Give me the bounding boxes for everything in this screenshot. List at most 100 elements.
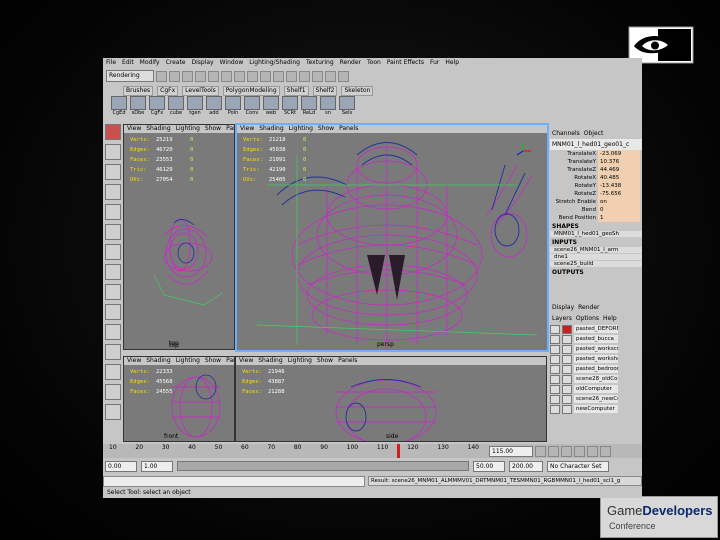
layer-color-swatch[interactable] bbox=[562, 374, 572, 384]
shelf-button-web[interactable]: web bbox=[263, 96, 279, 116]
layer-row[interactable]: pasted_DEFORM bbox=[550, 324, 642, 334]
four-view-icon[interactable] bbox=[105, 304, 121, 320]
go-start-icon[interactable] bbox=[535, 446, 546, 457]
layer-color-swatch[interactable] bbox=[562, 324, 572, 334]
visibility-toggle[interactable] bbox=[550, 354, 560, 364]
attr-row[interactable]: TranslateZ 44.469 bbox=[550, 166, 642, 174]
outliner-layout-icon[interactable] bbox=[105, 324, 121, 340]
shape-node[interactable]: MNM01_l_hed01_geoSh bbox=[550, 231, 642, 237]
attr-row[interactable]: TranslateY 10.376 bbox=[550, 158, 642, 166]
last-tool-icon[interactable] bbox=[105, 264, 121, 280]
save-scene-icon[interactable] bbox=[182, 70, 193, 82]
playback-start-field[interactable]: 1.00 bbox=[141, 460, 173, 472]
playback-end-field[interactable]: 50.00 bbox=[473, 460, 505, 472]
attr-row[interactable]: Bend Position 1 bbox=[550, 214, 642, 222]
shelf-button-cgfx[interactable]: CgFx bbox=[149, 96, 165, 116]
mode-selector[interactable]: Rendering bbox=[106, 70, 154, 82]
layers-menu[interactable]: Layers bbox=[552, 315, 572, 322]
menu-fur[interactable]: Fur bbox=[430, 59, 439, 66]
end-time-field[interactable]: 200.00 bbox=[509, 460, 543, 472]
render-globals-icon[interactable] bbox=[338, 70, 349, 82]
layer-row[interactable]: pasted_bedroom bbox=[550, 364, 642, 374]
shelf-button-sdbe[interactable]: sDbe bbox=[130, 96, 146, 116]
single-view-icon[interactable] bbox=[105, 284, 121, 300]
custom-layout-icon[interactable] bbox=[105, 404, 121, 420]
attr-row[interactable]: Bend 0 bbox=[550, 206, 642, 214]
new-scene-icon[interactable] bbox=[156, 70, 167, 82]
snap-point-icon[interactable] bbox=[273, 70, 284, 82]
start-time-field[interactable]: 0.00 bbox=[105, 460, 137, 472]
shelf-button-sn[interactable]: sn bbox=[320, 96, 336, 116]
select-hierarchy-icon[interactable] bbox=[195, 70, 206, 82]
visibility-toggle[interactable] bbox=[550, 344, 560, 354]
paint-select-icon[interactable] bbox=[105, 164, 121, 180]
open-scene-icon[interactable] bbox=[169, 70, 180, 82]
attr-row[interactable]: TranslateX -23.069 bbox=[550, 150, 642, 158]
layer-color-swatch[interactable] bbox=[562, 354, 572, 364]
layer-color-swatch[interactable] bbox=[562, 404, 572, 414]
visibility-toggle[interactable] bbox=[550, 324, 560, 334]
layer-row[interactable]: oldComputer bbox=[550, 384, 642, 394]
ipr-render-icon[interactable] bbox=[325, 70, 336, 82]
select-object-icon[interactable] bbox=[208, 70, 219, 82]
menu-create[interactable]: Create bbox=[166, 59, 186, 66]
attr-row[interactable]: RotateZ -75.656 bbox=[550, 190, 642, 198]
shelf-button-sels[interactable]: Sels bbox=[339, 96, 355, 116]
layer-row[interactable]: scene28_oldComp bbox=[550, 374, 642, 384]
step-forward-icon[interactable] bbox=[587, 446, 598, 457]
current-frame-field[interactable]: 115.00 bbox=[489, 446, 533, 457]
go-end-icon[interactable] bbox=[600, 446, 611, 457]
play-back-icon[interactable] bbox=[561, 446, 572, 457]
shelf-button-tgen[interactable]: tgen bbox=[187, 96, 203, 116]
layer-color-swatch[interactable] bbox=[562, 384, 572, 394]
layer-row[interactable]: pasted_workscrp bbox=[550, 344, 642, 354]
history-icon[interactable] bbox=[299, 70, 310, 82]
menu-modify[interactable]: Modify bbox=[140, 59, 160, 66]
mask-icon[interactable] bbox=[234, 70, 245, 82]
layer-color-swatch[interactable] bbox=[562, 344, 572, 354]
snap-curve-icon[interactable] bbox=[260, 70, 271, 82]
range-bar[interactable] bbox=[177, 461, 469, 471]
viewport-front[interactable]: View Shading Lighting Show Panels Verts:… bbox=[123, 356, 235, 442]
shelf-tab-polygonmodeling[interactable]: PolygonModeling bbox=[222, 85, 280, 96]
layer-row[interactable]: scene26_newComp bbox=[550, 394, 642, 404]
rotate-tool-icon[interactable] bbox=[105, 204, 121, 220]
play-forward-icon[interactable] bbox=[574, 446, 585, 457]
shelf-tab-brushes[interactable]: Brushes bbox=[123, 85, 154, 96]
tab-object[interactable]: Object bbox=[584, 130, 604, 137]
shelf-button-add[interactable]: add bbox=[206, 96, 222, 116]
render-layout-icon[interactable] bbox=[105, 384, 121, 400]
render-icon[interactable] bbox=[312, 70, 323, 82]
tab-channels[interactable]: Channels bbox=[552, 130, 580, 137]
scale-tool-icon[interactable] bbox=[105, 224, 121, 240]
visibility-toggle[interactable] bbox=[550, 394, 560, 404]
menu-texturing[interactable]: Texturing bbox=[306, 59, 334, 66]
character-set-select[interactable]: No Character Set bbox=[547, 460, 609, 472]
visibility-toggle[interactable] bbox=[550, 334, 560, 344]
select-tool-icon[interactable] bbox=[105, 124, 121, 140]
layer-row[interactable]: pasted_workshop bbox=[550, 354, 642, 364]
snap-plane-icon[interactable] bbox=[286, 70, 297, 82]
input-node[interactable]: scene26_MNM01_l_arm bbox=[550, 247, 642, 253]
options-menu[interactable]: Options bbox=[576, 315, 599, 322]
menu-file[interactable]: File bbox=[106, 59, 116, 66]
layer-row[interactable]: newComputer bbox=[550, 404, 642, 414]
graph-layout-icon[interactable] bbox=[105, 364, 121, 380]
menu-lighting-shading[interactable]: Lighting/Shading bbox=[249, 59, 300, 66]
lasso-tool-icon[interactable] bbox=[105, 144, 121, 160]
layer-color-swatch[interactable] bbox=[562, 334, 572, 344]
shelf-tab-leveltools[interactable]: LevelTools bbox=[182, 85, 219, 96]
mel-input[interactable] bbox=[103, 476, 365, 487]
shelf-button-poln[interactable]: Poln bbox=[225, 96, 241, 116]
step-back-icon[interactable] bbox=[548, 446, 559, 457]
input-node[interactable]: scene25_build bbox=[550, 261, 642, 267]
visibility-toggle[interactable] bbox=[550, 384, 560, 394]
tab-display[interactable]: Display bbox=[552, 304, 574, 311]
attr-row[interactable]: RotateY -13.438 bbox=[550, 182, 642, 190]
shelf-tab-shelf2[interactable]: Shelf2 bbox=[312, 85, 338, 96]
hypergraph-layout-icon[interactable] bbox=[105, 344, 121, 360]
snap-grid-icon[interactable] bbox=[247, 70, 258, 82]
move-tool-icon[interactable] bbox=[105, 184, 121, 200]
viewport-side[interactable]: View Shading Lighting Show Panels Verts:… bbox=[235, 356, 547, 442]
current-frame-marker[interactable] bbox=[397, 444, 400, 458]
